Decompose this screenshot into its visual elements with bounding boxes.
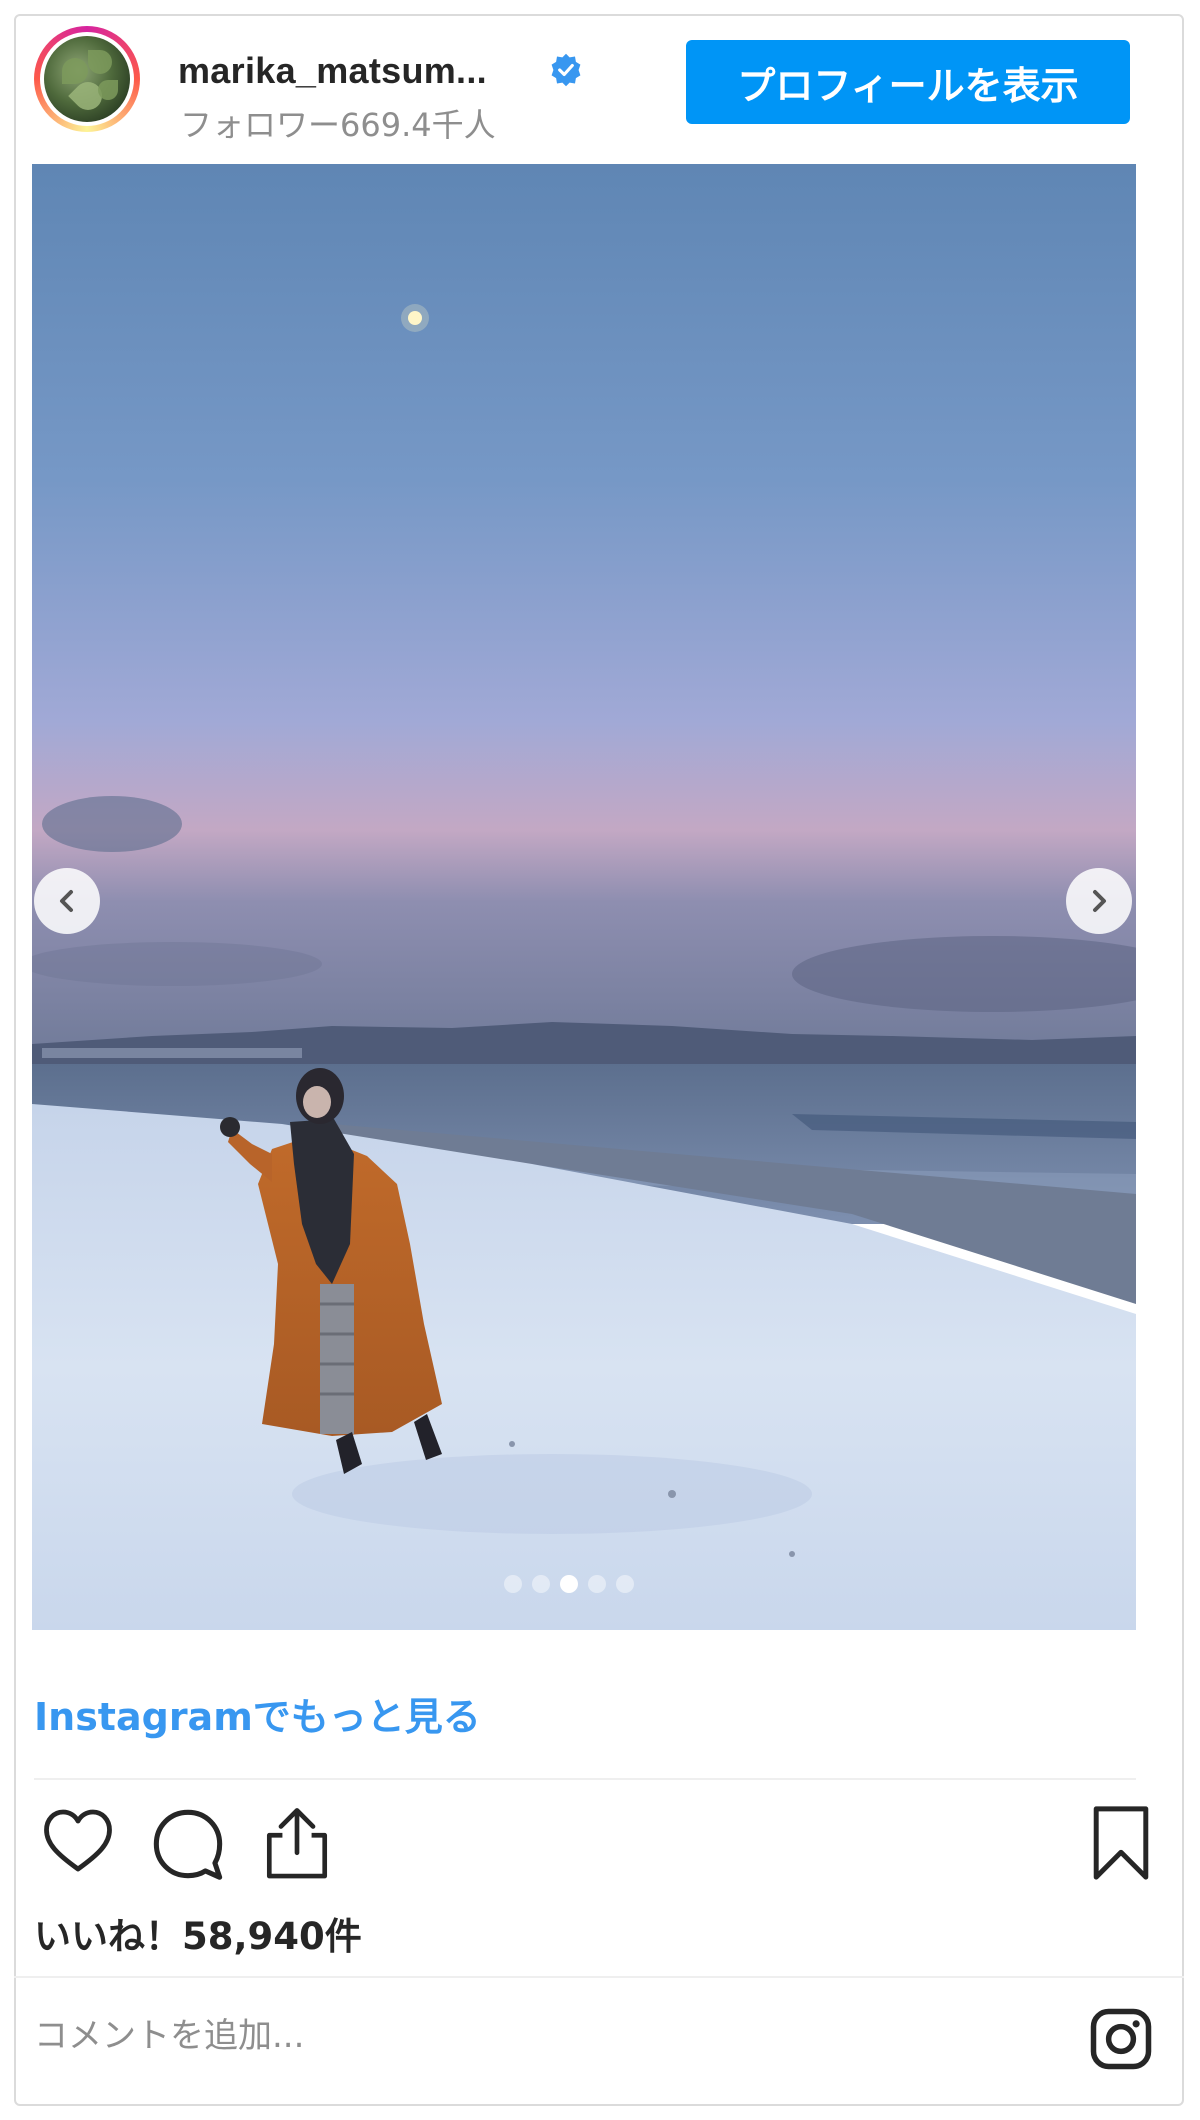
carousel-dot bbox=[588, 1575, 606, 1593]
share-icon[interactable] bbox=[262, 1806, 332, 1882]
heart-icon[interactable] bbox=[40, 1806, 116, 1878]
post-photo[interactable] bbox=[32, 164, 1136, 1630]
comment-icon[interactable] bbox=[150, 1806, 226, 1882]
profile-avatar[interactable] bbox=[34, 26, 140, 132]
chevron-left-icon bbox=[60, 890, 73, 912]
carousel-prev-button[interactable] bbox=[34, 868, 100, 934]
add-comment-input[interactable] bbox=[34, 2016, 734, 2056]
divider bbox=[14, 1976, 1184, 1978]
instagram-logo-icon[interactable] bbox=[1088, 2006, 1154, 2072]
carousel-dot bbox=[560, 1575, 578, 1593]
divider bbox=[34, 1778, 1136, 1780]
verified-badge-icon bbox=[551, 53, 581, 87]
carousel-dot bbox=[616, 1575, 634, 1593]
carousel-dot bbox=[532, 1575, 550, 1593]
bookmark-icon[interactable] bbox=[1090, 1804, 1152, 1882]
view-profile-button[interactable]: プロフィールを表示 bbox=[686, 40, 1130, 124]
carousel-dot bbox=[504, 1575, 522, 1593]
username[interactable]: marika_matsum... bbox=[178, 50, 487, 92]
avatar-image bbox=[44, 36, 130, 122]
like-count: いいね！58,940件 bbox=[34, 1915, 362, 1958]
carousel-indicator bbox=[504, 1575, 634, 1593]
carousel-next-button[interactable] bbox=[1066, 868, 1132, 934]
follower-count: フォロワー669.4千人 bbox=[180, 106, 496, 144]
chevron-right-icon bbox=[1093, 890, 1106, 912]
view-more-on-instagram-link[interactable]: Instagramでもっと見る bbox=[34, 1686, 481, 1741]
